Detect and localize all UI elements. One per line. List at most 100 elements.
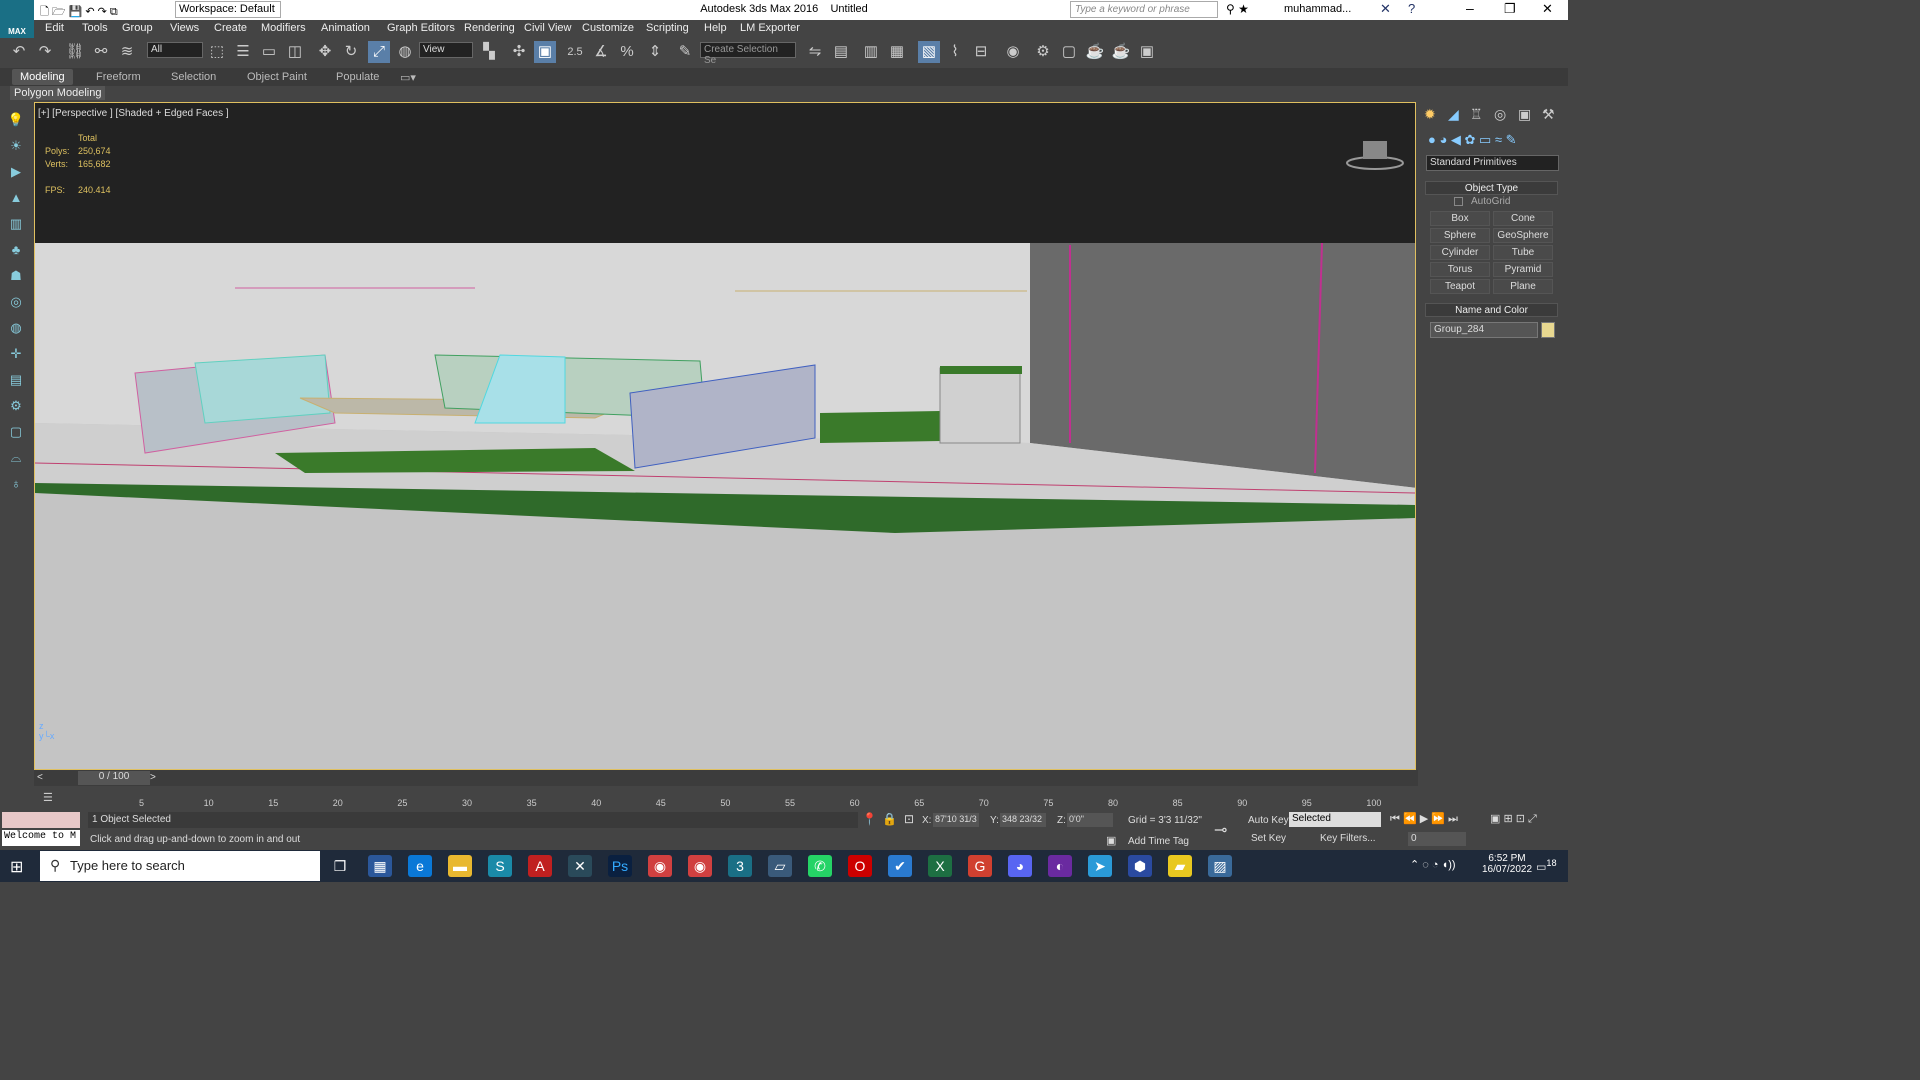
snap-toggle-icon[interactable]: 2.5 [564,41,586,63]
motion-tab-icon[interactable]: ◎ [1494,106,1506,123]
toggle-ribbon-icon[interactable]: ▦ [886,41,908,63]
windows-start-icon[interactable]: ⊞ [10,857,23,877]
frame-counter[interactable]: 0 / 100 [78,771,150,785]
todo-icon[interactable]: ✔ [888,855,912,877]
utilities-tab-icon[interactable]: ⚒ [1542,106,1555,123]
ribbon-options-icon[interactable]: ▭▾ [400,71,416,84]
hierarchy-tab-icon[interactable]: ♖ [1470,106,1483,123]
menu-edit[interactable]: Edit [45,22,64,34]
tab-modeling[interactable]: Modeling [12,69,73,85]
perspective-viewport[interactable]: [+] [Perspective ] [Shaded + Edged Faces… [34,102,1416,770]
scale-icon[interactable]: ⤢ [368,41,390,63]
render-online-icon[interactable]: ▣ [1136,41,1158,63]
geometry-icon[interactable]: ● ◕ ◀ ✿ ▭ ≈ ✎ [1428,132,1517,148]
tab-freeform[interactable]: Freeform [96,71,141,83]
menu-lm-exporter[interactable]: LM Exporter [740,22,800,34]
render-setup-icon[interactable]: ⚙ [1032,41,1054,63]
tree-icon[interactable]: ♣ [6,240,26,260]
book-icon[interactable]: ▥ [6,214,26,234]
cylinder-button[interactable]: Cylinder [1430,245,1490,260]
grammarly-icon[interactable]: G [968,855,992,877]
chrome-2-icon[interactable]: ◉ [688,855,712,877]
menu-customize[interactable]: Customize [582,22,634,34]
z-coord-field[interactable]: 0'0" [1067,813,1113,827]
display-tab-icon[interactable]: ▣ [1518,106,1531,123]
x-coord-field[interactable]: 87'10 31/3 [933,813,979,827]
menu-civil-view[interactable]: Civil View [524,22,571,34]
manipulate-icon[interactable]: ✣ [508,41,530,63]
y-coord-field[interactable]: 348 23/32 [1000,813,1046,827]
curve-editor-icon[interactable]: ⌇ [944,41,966,63]
move-icon[interactable]: ✥ [314,41,336,63]
binoculars-icon[interactable]: ⚲ ★ [1226,2,1249,16]
help-icon[interactable]: ? [1408,1,1415,16]
gear-icon[interactable]: ⚙ [6,396,26,416]
listener-text[interactable]: Welcome to M [2,830,80,846]
modify-tab-icon[interactable]: ◢ [1448,106,1459,123]
app-s-icon[interactable]: S [488,855,512,877]
render-frame-icon[interactable]: ▢ [1058,41,1080,63]
spinner-snap-icon[interactable]: ⇕ [644,41,666,63]
menu-create[interactable]: Create [214,22,247,34]
pivot-icon[interactable]: ▚ [478,41,500,63]
auto-key-button[interactable]: Auto Key [1248,815,1289,826]
current-frame-field[interactable]: 0 [1408,832,1466,846]
autogrid-checkbox[interactable] [1454,197,1463,206]
menu-graph-editors[interactable]: Graph Editors [387,22,455,34]
menu-modifiers[interactable]: Modifiers [261,22,306,34]
pyramid-button[interactable]: Pyramid [1493,262,1553,277]
opera-icon[interactable]: O [848,855,872,877]
polygon-modeling-button[interactable]: Polygon Modeling [10,86,106,100]
helper-icon[interactable]: ▲ [6,188,26,208]
viewcube-icon[interactable] [1345,135,1405,171]
isolate-icon[interactable]: 📍 [862,812,877,826]
media-icon[interactable]: ◐ [1048,855,1072,877]
sphere-button[interactable]: Sphere [1430,228,1490,243]
torus-button[interactable]: Torus [1430,262,1490,277]
camera-icon[interactable]: ▶ [6,162,26,182]
key-filters-button[interactable]: Key Filters... [1320,833,1376,844]
create-tab-icon[interactable]: ✹ [1424,106,1436,123]
scene-explorer-icon[interactable]: ▧ [918,41,940,63]
menu-animation[interactable]: Animation [321,22,370,34]
photoshop-icon[interactable]: Ps [608,855,632,877]
place-icon[interactable]: ◍ [394,41,416,63]
task-view-icon[interactable]: ❐ [328,855,352,877]
link-icon[interactable]: ⛓ [64,41,86,63]
menu-views[interactable]: Views [170,22,199,34]
layer-explorer-icon[interactable]: ▥ [860,41,882,63]
file-explorer-icon[interactable]: ▬ [448,855,472,877]
taskbar-search[interactable]: Type here to search [40,851,320,881]
orbit-icon[interactable]: ◎ [6,292,26,312]
restore-button[interactable]: ❐ [1504,1,1516,17]
app-paper-icon[interactable]: ▱ [768,855,792,877]
discord-icon[interactable]: ◕ [1008,855,1032,877]
close-x-icon[interactable]: ✕ [1380,1,1391,17]
absolute-mode-icon[interactable]: ⊡ [904,812,914,826]
mirror-icon[interactable]: ⇋ [804,41,826,63]
hat-icon[interactable]: ⌓ [6,448,26,468]
globe-icon[interactable]: ◍ [6,318,26,338]
schematic-view-icon[interactable]: ⊟ [970,41,992,63]
cone-button[interactable]: Cone [1493,211,1553,226]
calculator-icon[interactable]: ▦ [368,855,392,877]
object-color-swatch[interactable] [1541,322,1555,338]
menu-group[interactable]: Group [122,22,153,34]
key-icon[interactable]: ⊸ [1214,820,1227,840]
mini-curve-icon[interactable]: ☰ [43,791,53,804]
crosshair-icon[interactable]: ✛ [6,344,26,364]
render-iterative-icon[interactable]: ☕ [1110,41,1132,63]
add-time-tag[interactable]: Add Time Tag [1128,836,1189,847]
material-editor-icon[interactable]: ◉ [1002,41,1024,63]
set-key-button[interactable]: Set Key [1251,833,1286,844]
menu-tools[interactable]: Tools [82,22,108,34]
select-object-icon[interactable]: ⬚ [206,41,228,63]
key-mode-dropdown[interactable]: Selected [1289,812,1381,827]
3dsmax-taskbar-icon[interactable]: 3 [728,855,752,877]
named-selection-dropdown[interactable]: Create Selection Se [700,42,796,66]
viewport-nav-icons[interactable]: ▣ ⊞ ⊡ ⤢ [1490,812,1537,826]
sun-icon[interactable]: ☀ [6,136,26,156]
figure-icon[interactable]: ☗ [6,266,26,286]
bulb-icon[interactable]: ♁ [6,474,26,494]
percent-snap-icon[interactable]: % [616,41,638,63]
